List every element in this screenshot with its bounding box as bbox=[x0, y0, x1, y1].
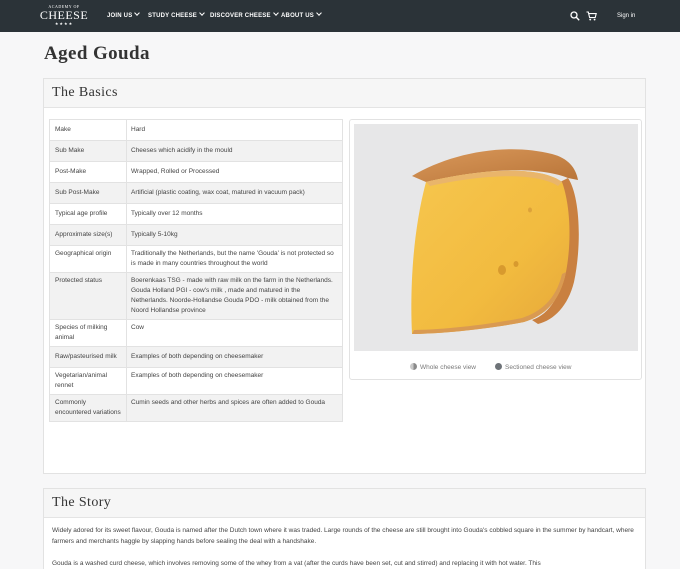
row-key: Typical age profile bbox=[49, 203, 127, 225]
row-key: Make bbox=[49, 119, 127, 141]
row-value: Cheeses which acidify in the mould bbox=[126, 140, 343, 162]
row-value: Typically over 12 months bbox=[126, 203, 343, 225]
search-icon[interactable] bbox=[570, 11, 580, 21]
nav-join-us[interactable]: JOIN US bbox=[107, 10, 141, 22]
sectioned-cheese-view-label: Sectioned cheese view bbox=[505, 364, 572, 371]
row-value: Hard bbox=[126, 119, 343, 141]
row-key: Vegetarian/animal rennet bbox=[49, 367, 127, 395]
sectioned-cheese-view-option[interactable]: Sectioned cheese view bbox=[495, 363, 572, 373]
row-value: Examples of both depending on cheesemake… bbox=[126, 346, 343, 368]
story-panel-header: The Story bbox=[44, 489, 645, 518]
chevron-down-icon bbox=[134, 10, 141, 16]
row-value: Cumin seeds and other herbs and spices a… bbox=[126, 394, 343, 422]
table-row: Typical age profile Typically over 12 mon… bbox=[49, 203, 343, 225]
row-key: Commonly encountered variations bbox=[49, 394, 127, 422]
nav-discover-cheese[interactable]: DISCOVER CHEESE bbox=[210, 10, 279, 22]
row-key: Post-Make bbox=[49, 161, 127, 183]
row-key: Sub Make bbox=[49, 140, 127, 162]
row-key: Approximate size(s) bbox=[49, 224, 127, 246]
story-text: Widely adored for its sweet flavour, Gou… bbox=[52, 525, 642, 569]
basics-panel-header: The Basics bbox=[44, 79, 645, 108]
row-value: Wrapped, Rolled or Processed bbox=[126, 161, 343, 183]
gouda-wedge-illustration bbox=[411, 149, 579, 334]
table-row: Post-Make Wrapped, Rolled or Processed bbox=[49, 161, 343, 183]
table-row: Protected status Boerenkaas TSG - made wi… bbox=[49, 272, 343, 320]
row-value: Cow bbox=[126, 319, 343, 347]
logo-big-text: CHEESE bbox=[39, 8, 89, 22]
table-row: Raw/pasteurised milk Examples of both dep… bbox=[49, 346, 343, 368]
table-row: Sub Make Cheeses which acidify in the mou… bbox=[49, 140, 343, 162]
half-circle-icon bbox=[410, 363, 417, 370]
row-value: Boerenkaas TSG - made with raw milk on t… bbox=[126, 272, 343, 320]
academy-logo[interactable]: ACADEMY OF CHEESE ★★★★ bbox=[38, 4, 90, 28]
whole-cheese-view-option[interactable]: Whole cheese view bbox=[410, 363, 476, 373]
chevron-down-icon bbox=[272, 10, 279, 16]
table-row: Vegetarian/animal rennet Examples of both… bbox=[49, 367, 343, 395]
cheese-image-card: Whole cheese view Sectioned cheese view bbox=[349, 119, 642, 380]
row-value: Artificial (plastic coating, wax coat, m… bbox=[126, 182, 343, 204]
table-row: Approximate size(s) Typically 5-10kg bbox=[49, 224, 343, 246]
table-row: Species of milking animal Cow bbox=[49, 319, 343, 347]
nav-about-us[interactable]: ABOUT US bbox=[281, 10, 322, 22]
table-row: Sub Post-Make Artificial (plastic coating… bbox=[49, 182, 343, 204]
page-title: Aged Gouda bbox=[44, 43, 150, 64]
table-row: Make Hard bbox=[49, 119, 343, 141]
filled-circle-icon bbox=[495, 363, 502, 370]
image-view-selector: Whole cheese view Sectioned cheese view bbox=[350, 363, 641, 373]
basics-heading: The Basics bbox=[52, 85, 118, 100]
row-key: Protected status bbox=[49, 272, 127, 320]
row-key: Species of milking animal bbox=[49, 319, 127, 347]
story-panel: The Story Widely adored for its sweet fl… bbox=[43, 488, 646, 569]
story-heading: The Story bbox=[52, 495, 112, 510]
row-value: Typically 5-10kg bbox=[126, 224, 343, 246]
chevron-down-icon bbox=[316, 10, 322, 16]
nav-study-cheese-label: STUDY CHEESE bbox=[148, 13, 197, 19]
whole-cheese-view-label: Whole cheese view bbox=[420, 364, 476, 371]
row-key: Raw/pasteurised milk bbox=[49, 346, 127, 368]
table-row: Geographical origin Traditionally the Net… bbox=[49, 245, 343, 273]
cheese-photo[interactable] bbox=[354, 124, 638, 351]
nav-join-us-label: JOIN US bbox=[107, 13, 133, 19]
row-key: Geographical origin bbox=[49, 245, 127, 273]
basics-panel: The Basics Make Hard Sub Make Cheeses whic… bbox=[43, 78, 646, 474]
row-key: Sub Post-Make bbox=[49, 182, 127, 204]
row-value: Examples of both depending on cheesemake… bbox=[126, 367, 343, 395]
cart-icon[interactable] bbox=[586, 11, 597, 21]
basics-table: Make Hard Sub Make Cheeses which acidify i… bbox=[49, 119, 343, 422]
row-value: Traditionally the Netherlands, but the n… bbox=[126, 245, 343, 273]
nav-about-us-label: ABOUT US bbox=[281, 13, 314, 19]
top-nav-bar: ACADEMY OF CHEESE ★★★★ JOIN US STUDY CHE… bbox=[0, 0, 680, 32]
story-paragraph: Widely adored for its sweet flavour, Gou… bbox=[52, 527, 634, 545]
nav-discover-cheese-label: DISCOVER CHEESE bbox=[210, 13, 271, 19]
story-paragraph: Gouda is a washed curd cheese, which inv… bbox=[52, 560, 541, 567]
sign-in-link[interactable]: Sign in bbox=[617, 10, 635, 22]
chevron-down-icon bbox=[199, 10, 205, 16]
nav-study-cheese[interactable]: STUDY CHEESE bbox=[148, 10, 205, 22]
table-row: Commonly encountered variations Cumin see… bbox=[49, 394, 343, 422]
